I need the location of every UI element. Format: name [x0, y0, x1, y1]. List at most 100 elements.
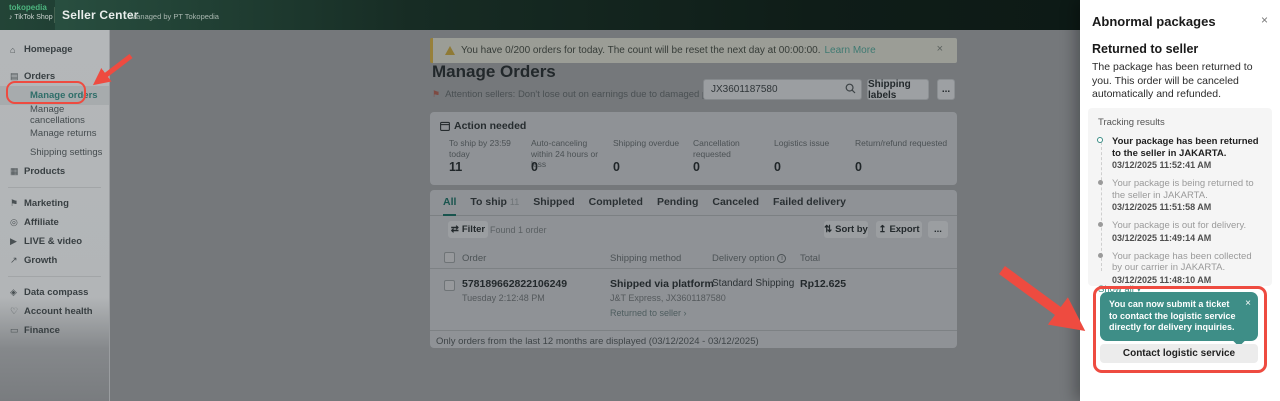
action-needed-card: Action needed To ship by 23:59 today 11 … [430, 112, 957, 185]
sidebar-item-live-video[interactable]: ▶ LIVE & video [0, 232, 109, 251]
to-ship-count: 11 [510, 197, 519, 207]
delivery-option-value: Standard Shipping [712, 278, 794, 289]
orders-card: All To ship 11 Shipped Completed Pending… [430, 190, 957, 348]
col-order: Order [462, 253, 486, 264]
announcement-icon: ⚑ [432, 89, 440, 100]
stat-return-refund[interactable]: Return/refund requested 0 [855, 138, 950, 174]
toolbar-more-button[interactable]: ... [928, 221, 948, 238]
order-limit-banner: You have 0/200 orders for today. The cou… [430, 38, 957, 63]
sidebar-item-manage-returns[interactable]: Manage returns [0, 124, 109, 143]
tooltip-text: You can now submit a ticket to contact t… [1109, 299, 1238, 334]
contact-logistic-service-button[interactable]: Contact logistic service [1100, 344, 1258, 363]
search-icon[interactable] [845, 81, 861, 99]
sort-icon: ⇅ [824, 224, 832, 235]
finance-icon: ▭ [10, 325, 24, 336]
sidebar-item-homepage[interactable]: ⌂ Homepage [0, 40, 109, 59]
orders-icon: ▤ [10, 71, 24, 82]
tokopedia-logo: tokopedia [9, 3, 55, 13]
banner-close-icon[interactable]: × [937, 43, 943, 55]
tab-completed[interactable]: Completed [589, 190, 643, 216]
banner-text: You have 0/200 orders for today. The cou… [461, 45, 821, 56]
home-icon: ⌂ [10, 45, 24, 55]
sidebar-item-data-compass[interactable]: ◈ Data compass [0, 283, 109, 302]
account-health-icon: ♡ [10, 306, 24, 317]
tab-shipped[interactable]: Shipped [533, 190, 574, 216]
tracking-event: Your package is being returned to the se… [1112, 178, 1264, 212]
tracking-event: Your package has been collected by our c… [1112, 251, 1264, 285]
col-delivery-option: Delivery option i [712, 253, 786, 264]
seller-center-title: Seller Center [62, 8, 139, 22]
sidebar-item-orders[interactable]: ▤ Orders [0, 67, 109, 86]
topbar-divider [54, 7, 55, 23]
timeline-dot-icon [1098, 180, 1103, 185]
sort-by-button[interactable]: ⇅Sort by [824, 221, 868, 238]
banner-learn-more-link[interactable]: Learn More [825, 45, 876, 56]
row-checkbox[interactable] [444, 280, 455, 291]
sidebar-item-affiliate[interactable]: ◎ Affiliate [0, 213, 109, 232]
page-more-button[interactable]: ... [937, 79, 955, 100]
select-all-checkbox[interactable] [444, 252, 455, 263]
drawer-title: Abnormal packages [1092, 14, 1216, 29]
stat-to-ship[interactable]: To ship by 23:59 today 11 [449, 138, 527, 174]
order-id[interactable]: 578189662822106249 [462, 278, 567, 290]
order-search [703, 79, 862, 100]
drawer-description: The package has been returned to you. Th… [1092, 61, 1270, 102]
table-header: Order Shipping method Delivery option i … [430, 250, 957, 268]
stat-auto-canceling[interactable]: Auto-canceling within 24 hours or less 0 [531, 138, 609, 174]
drawer-close-icon[interactable]: × [1261, 13, 1268, 27]
filter-button[interactable]: ⇄Filter [448, 221, 488, 238]
timeline-current-dot-icon [1097, 137, 1103, 143]
sidebar-item-products[interactable]: ▦ Products [0, 162, 109, 181]
tab-all[interactable]: All [443, 190, 456, 216]
col-shipping-method: Shipping method [610, 253, 681, 264]
tooltip-close-icon[interactable]: × [1245, 298, 1251, 309]
top-bar: tokopedia ♪ TikTok Shop Seller Center Ma… [0, 0, 1080, 30]
sidebar-item-manage-orders[interactable]: Manage orders [0, 86, 109, 105]
tab-failed-delivery[interactable]: Failed delivery [773, 190, 846, 216]
timeline-dot-icon [1098, 222, 1103, 227]
found-count-label: Found 1 order [490, 225, 547, 235]
tiktok-shop-logo: ♪ TikTok Shop [9, 13, 55, 22]
sidebar-item-manage-cancellations[interactable]: Manage cancellations [0, 105, 109, 124]
sidebar-item-finance[interactable]: ▭ Finance [0, 321, 109, 340]
carrier-tracking: J&T Express, JX3601187580 [610, 293, 726, 303]
stat-cancellation-requested[interactable]: Cancellation requested 0 [693, 138, 769, 174]
abnormal-packages-drawer: Abnormal packages × Returned to seller T… [1080, 0, 1280, 401]
growth-icon: ↗ [10, 255, 24, 266]
page-title: Manage Orders [432, 62, 556, 82]
returned-to-seller-heading: Returned to seller [1092, 42, 1198, 56]
calendar-icon [440, 121, 450, 131]
order-total: Rp12.625 [800, 278, 846, 290]
sidebar-nav: ⌂ Homepage ▤ Orders Manage orders Manage… [0, 30, 110, 401]
row-divider [430, 330, 957, 331]
tab-canceled[interactable]: Canceled [712, 190, 759, 216]
tracking-results-panel: Tracking results Your package has been r… [1088, 108, 1272, 286]
products-icon: ▦ [10, 166, 24, 177]
stat-logistics-issue[interactable]: Logistics issue 0 [774, 138, 850, 174]
sidebar-item-growth[interactable]: ↗ Growth [0, 251, 109, 270]
stat-shipping-overdue[interactable]: Shipping overdue 0 [613, 138, 689, 174]
sidebar-divider [8, 276, 101, 277]
action-needed-title: Action needed [440, 120, 526, 132]
export-icon: ↥ [878, 224, 886, 235]
sidebar-item-account-health[interactable]: ♡ Account health [0, 302, 109, 321]
tab-pending[interactable]: Pending [657, 190, 698, 216]
logo-block[interactable]: tokopedia ♪ TikTok Shop [0, 0, 55, 30]
info-icon[interactable]: i [777, 254, 786, 263]
filter-icon: ⇄ [451, 224, 459, 235]
contact-logistic-tooltip: You can now submit a ticket to contact t… [1100, 292, 1258, 341]
managed-by-label: Managed by PT Tokopedia [130, 12, 219, 21]
order-tabs: All To ship 11 Shipped Completed Pending… [430, 190, 957, 216]
megaphone-icon: ⚑ [10, 198, 24, 209]
shipping-labels-button[interactable]: Shipping labels [867, 79, 929, 100]
export-button[interactable]: ↥Export [876, 221, 922, 238]
seller-center-screen: tokopedia ♪ TikTok Shop Seller Center Ma… [0, 0, 1280, 401]
tracking-timeline: Your package has been returned to the se… [1098, 136, 1264, 285]
returned-to-seller-link[interactable]: Returned to seller › [610, 308, 687, 318]
warning-icon [445, 46, 455, 55]
sidebar-item-marketing[interactable]: ⚑ Marketing [0, 194, 109, 213]
sidebar-item-shipping-settings[interactable]: Shipping settings [0, 143, 109, 162]
search-input[interactable] [704, 84, 845, 95]
affiliate-icon: ◎ [10, 217, 24, 228]
tab-to-ship[interactable]: To ship 11 [470, 190, 519, 216]
